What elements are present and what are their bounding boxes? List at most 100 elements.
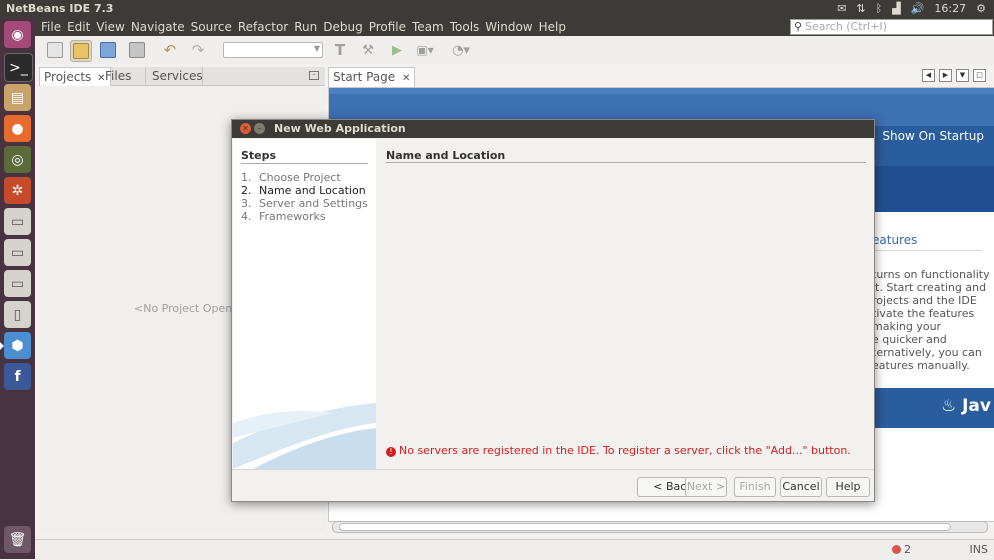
step-label: Choose Project bbox=[259, 171, 341, 184]
drive-icon-3[interactable]: ▭ bbox=[4, 270, 31, 297]
save-all-icon[interactable] bbox=[127, 40, 147, 60]
new-file-icon[interactable] bbox=[45, 40, 65, 60]
facebook-icon[interactable]: f bbox=[4, 363, 31, 390]
file-manager-icon[interactable]: ▤ bbox=[4, 84, 31, 111]
body-line: rojects and the IDE bbox=[872, 294, 977, 307]
profile-icon[interactable]: ◔▾ bbox=[451, 40, 471, 60]
firefox-icon[interactable]: ● bbox=[4, 115, 31, 142]
menu-window[interactable]: Window bbox=[482, 18, 535, 36]
clock[interactable]: 16:27 bbox=[934, 2, 966, 15]
volume-icon[interactable]: 🔊 bbox=[911, 2, 925, 15]
media-player-icon[interactable]: ◎ bbox=[4, 146, 31, 173]
button-separator bbox=[232, 469, 874, 470]
step-number: 2. bbox=[241, 184, 252, 197]
step-number: 1. bbox=[241, 171, 252, 184]
body-line: making your bbox=[872, 320, 942, 333]
system-settings-icon[interactable]: ✲ bbox=[4, 177, 31, 204]
show-opened-documents-icon[interactable]: ▼ bbox=[956, 69, 969, 82]
run-icon[interactable]: ▶ bbox=[387, 40, 407, 60]
settings-gear-icon[interactable]: ⚙ bbox=[976, 2, 986, 15]
close-icon[interactable]: ✕ bbox=[402, 73, 410, 84]
steps-heading: Steps bbox=[241, 149, 277, 162]
help-button[interactable]: Help bbox=[826, 477, 870, 497]
scroll-left-icon[interactable]: ◀ bbox=[922, 69, 935, 82]
drive-icon-2[interactable]: ▭ bbox=[4, 239, 31, 266]
network-icon[interactable]: ▟ bbox=[892, 2, 900, 15]
steps-panel: Steps 1. Choose Project 2. Name and Locati… bbox=[233, 139, 376, 469]
horizontal-scrollbar[interactable] bbox=[332, 521, 988, 533]
tab-projects[interactable]: Projects ✕ bbox=[39, 67, 111, 86]
redo-icon[interactable]: ↷ bbox=[188, 40, 208, 60]
menu-team[interactable]: Team bbox=[409, 18, 447, 36]
maximize-icon[interactable]: □ bbox=[973, 69, 986, 82]
features-heading: eatures bbox=[872, 233, 918, 247]
menu-profile[interactable]: Profile bbox=[366, 18, 409, 36]
menu-file[interactable]: File bbox=[38, 18, 64, 36]
editor-tabs: Start Page ✕ ◀ ▶ ▼ □ bbox=[328, 67, 994, 87]
step-choose-project: 1. Choose Project bbox=[241, 171, 341, 184]
body-line: turns on functionality bbox=[872, 268, 990, 281]
menu-tools[interactable]: Tools bbox=[447, 18, 483, 36]
tab-services[interactable]: Services bbox=[145, 67, 207, 85]
new-web-application-dialog: ✕ – New Web Application Steps 1. Choose P… bbox=[231, 119, 875, 502]
configuration-combo[interactable]: ▼ bbox=[223, 42, 323, 58]
open-project-icon[interactable] bbox=[98, 40, 118, 60]
step-label: Server and Settings bbox=[259, 197, 368, 210]
usb-drive-icon[interactable]: ▯ bbox=[4, 301, 31, 328]
server-error-message: ! No servers are registered in the IDE. T… bbox=[386, 444, 851, 457]
build-icon[interactable]: T bbox=[330, 40, 350, 60]
java-logo: ♨ Jav bbox=[941, 396, 991, 416]
search-placeholder: Search (Ctrl+I) bbox=[805, 20, 887, 33]
menu-view[interactable]: View bbox=[93, 18, 127, 36]
scrollbar-thumb[interactable] bbox=[339, 523, 951, 531]
debug-icon[interactable]: ▣▾ bbox=[415, 40, 435, 60]
step-frameworks: 4. Frameworks bbox=[241, 210, 326, 223]
finish-button[interactable]: Finish bbox=[734, 477, 776, 497]
menu-navigate[interactable]: Navigate bbox=[128, 18, 188, 36]
tab-files[interactable]: Files bbox=[101, 67, 135, 85]
close-icon[interactable]: ✕ bbox=[240, 123, 251, 134]
search-input[interactable]: ⚲ Search (Ctrl+I) bbox=[790, 19, 993, 35]
minimize-icon[interactable]: – bbox=[254, 123, 265, 134]
search-icon: ⚲ bbox=[793, 20, 803, 33]
show-on-startup-checkbox[interactable]: Show On Startup bbox=[882, 129, 984, 143]
menu-edit[interactable]: Edit bbox=[64, 18, 93, 36]
menu-help[interactable]: Help bbox=[536, 18, 569, 36]
step-number: 3. bbox=[241, 197, 252, 210]
tab-start-page[interactable]: Start Page ✕ bbox=[328, 67, 416, 87]
dialog-titlebar: ✕ – New Web Application bbox=[232, 120, 874, 138]
clean-build-icon[interactable]: ⚒ bbox=[358, 40, 378, 60]
new-project-icon[interactable] bbox=[70, 40, 92, 62]
wizard-wave-graphic bbox=[233, 403, 376, 469]
steps-divider bbox=[241, 163, 368, 164]
content-title: Name and Location bbox=[386, 149, 506, 162]
mail-icon[interactable]: ✉ bbox=[837, 2, 846, 15]
cancel-button[interactable]: Cancel bbox=[780, 477, 822, 497]
dash-icon[interactable]: ◉ bbox=[4, 21, 31, 48]
trash-icon[interactable]: 🗑 bbox=[4, 526, 31, 553]
terminal-icon[interactable]: >_ bbox=[4, 53, 33, 82]
menu-source[interactable]: Source bbox=[188, 18, 235, 36]
transfer-icon[interactable]: ⇅ bbox=[856, 2, 865, 15]
error-icon bbox=[892, 545, 901, 554]
indicator-area: ✉ ⇅ ᛒ ▟ 🔊 16:27 ⚙ bbox=[837, 2, 986, 15]
menu-run[interactable]: Run bbox=[291, 18, 320, 36]
scroll-right-icon[interactable]: ▶ bbox=[939, 69, 952, 82]
menu-refactor[interactable]: Refactor bbox=[235, 18, 291, 36]
drive-icon-1[interactable]: ▭ bbox=[4, 208, 31, 235]
step-number: 4. bbox=[241, 210, 252, 223]
step-label: Frameworks bbox=[259, 210, 326, 223]
minimize-panel-icon[interactable]: – bbox=[309, 71, 319, 80]
toolbar: ↶ ↷ T ⚒ ▶ ▣▾ ◔▾ bbox=[35, 36, 994, 64]
menu-debug[interactable]: Debug bbox=[320, 18, 365, 36]
insert-mode-indicator: INS bbox=[969, 543, 988, 556]
next-button[interactable]: Next > bbox=[685, 477, 727, 497]
bluetooth-icon[interactable]: ᛒ bbox=[876, 2, 883, 15]
tab-start-page-label: Start Page bbox=[333, 70, 396, 84]
error-notification[interactable]: 2 bbox=[892, 543, 911, 556]
netbeans-icon[interactable]: ⬢ bbox=[0, 332, 31, 359]
app-title: NetBeans IDE 7.3 bbox=[6, 2, 114, 15]
error-count: 2 bbox=[904, 543, 911, 556]
undo-icon[interactable]: ↶ bbox=[160, 40, 180, 60]
step-server-and-settings: 3. Server and Settings bbox=[241, 197, 368, 210]
